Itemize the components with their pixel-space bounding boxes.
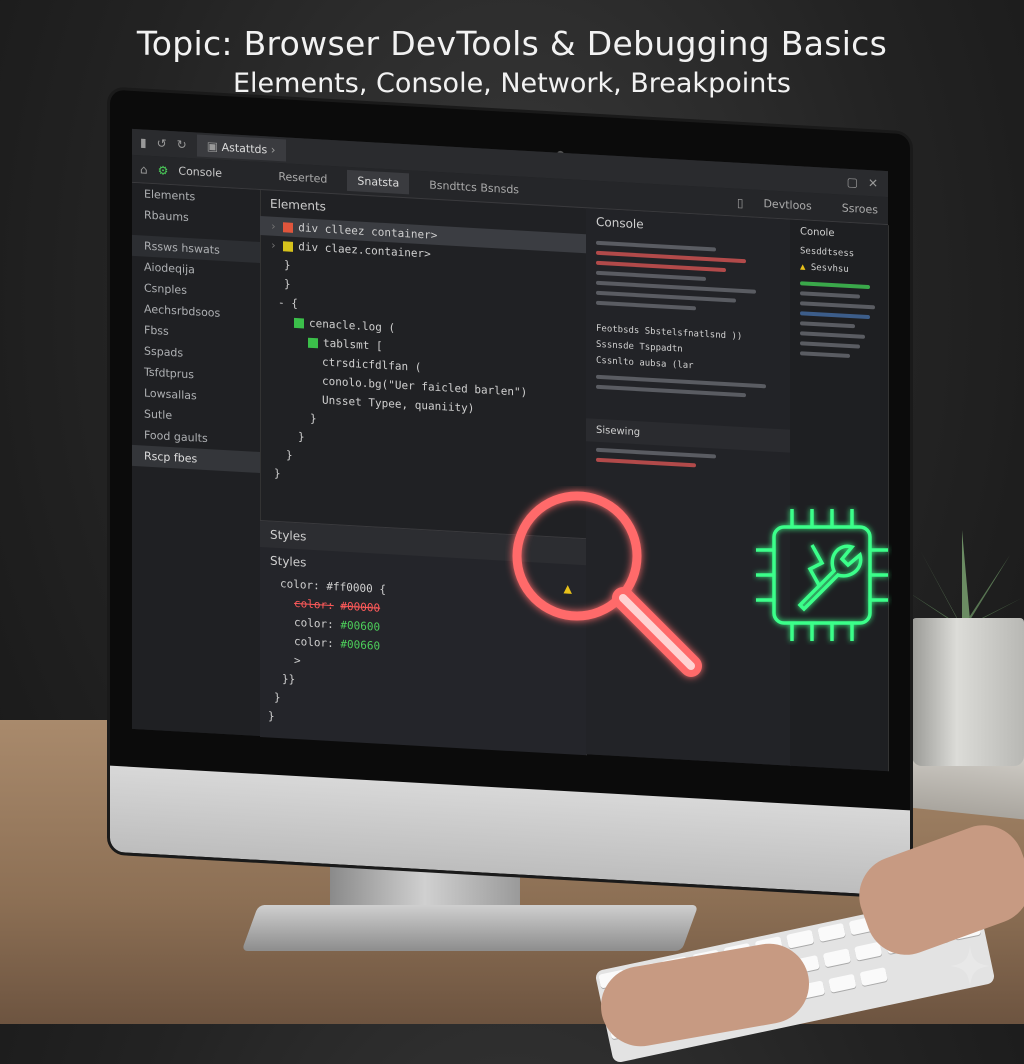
network-selected-line <box>800 311 870 320</box>
network-line <box>800 331 865 339</box>
address-tab-label: Astattds <box>221 140 268 157</box>
dock-icon[interactable]: ▯ <box>737 195 744 209</box>
console-section: Sisewing <box>586 418 790 453</box>
style-prop: color: <box>294 615 334 632</box>
tab-icon: ▣ <box>206 139 219 154</box>
network-label: Sesddtsess <box>800 246 855 260</box>
home-icon[interactable]: ⌂ <box>140 162 148 176</box>
style-value: #00000 <box>340 599 381 615</box>
code-text: cenacle.log ( <box>309 316 396 335</box>
tab-bsndttcs[interactable]: Bsndttcs Bsnsds <box>419 174 529 201</box>
style-prop: color: <box>280 577 320 593</box>
network-line <box>800 321 855 329</box>
refresh-icon[interactable]: ↻ <box>177 137 187 152</box>
window-icon[interactable]: ▢ <box>847 175 858 190</box>
page-icon[interactable]: ▮ <box>140 135 147 149</box>
magnifier-icon <box>512 491 702 677</box>
plant-pot <box>912 618 1024 766</box>
panel-label: Console <box>178 164 223 180</box>
sparkle-icon <box>950 946 990 986</box>
code-text: tablsmt [ <box>323 336 383 353</box>
sidebar: Elements Rbaums Rssws hswats Aiodeqija C… <box>132 182 261 737</box>
headline-title: Topic: Browser DevTools & Debugging Basi… <box>136 24 888 63</box>
console-error-line <box>596 457 696 468</box>
node-marker-icon <box>294 317 304 329</box>
network-panel: Conole Sesddtsess ▲ Sesvhsu <box>790 219 889 772</box>
tab-devtloos[interactable]: Devtloos <box>753 193 821 218</box>
style-prop: color: <box>294 634 334 651</box>
console-error-line <box>596 260 726 273</box>
warning-icon: ▲ <box>800 262 806 273</box>
tab-snatsta[interactable]: Snatsta <box>347 169 410 195</box>
node-marker-icon <box>308 337 318 349</box>
close-icon[interactable]: ✕ <box>868 176 888 191</box>
node-marker-icon <box>283 241 294 252</box>
back-icon[interactable]: ↺ <box>157 136 167 151</box>
gear-icon[interactable]: ⚙ <box>158 163 169 178</box>
chip-wrench-icon <box>756 509 888 641</box>
style-value: #00660 <box>340 637 381 653</box>
tab-reserted[interactable]: Reserted <box>268 165 337 190</box>
plant-icon <box>905 530 1022 628</box>
network-line <box>800 291 860 299</box>
console-line <box>596 384 746 398</box>
network-ok-line <box>800 281 870 290</box>
style-value: #00600 <box>340 618 381 634</box>
network-line <box>800 301 875 310</box>
console-line <box>596 270 706 281</box>
console-line <box>596 447 716 459</box>
tab-ssroes[interactable]: Ssroes <box>832 197 888 221</box>
network-label: Sesvhsu <box>810 262 849 275</box>
style-prop: color: <box>294 596 334 613</box>
console-line <box>596 300 696 311</box>
address-tab[interactable]: ▣ Astattds › <box>196 134 286 162</box>
style-value: #ff0000 { <box>326 579 386 597</box>
network-line <box>800 341 860 349</box>
node-marker-icon <box>283 222 294 233</box>
console-line <box>596 290 736 303</box>
network-line <box>800 351 850 359</box>
monitor-base <box>241 905 699 951</box>
console-line <box>596 240 716 252</box>
chevron-right-icon: › <box>270 142 276 157</box>
